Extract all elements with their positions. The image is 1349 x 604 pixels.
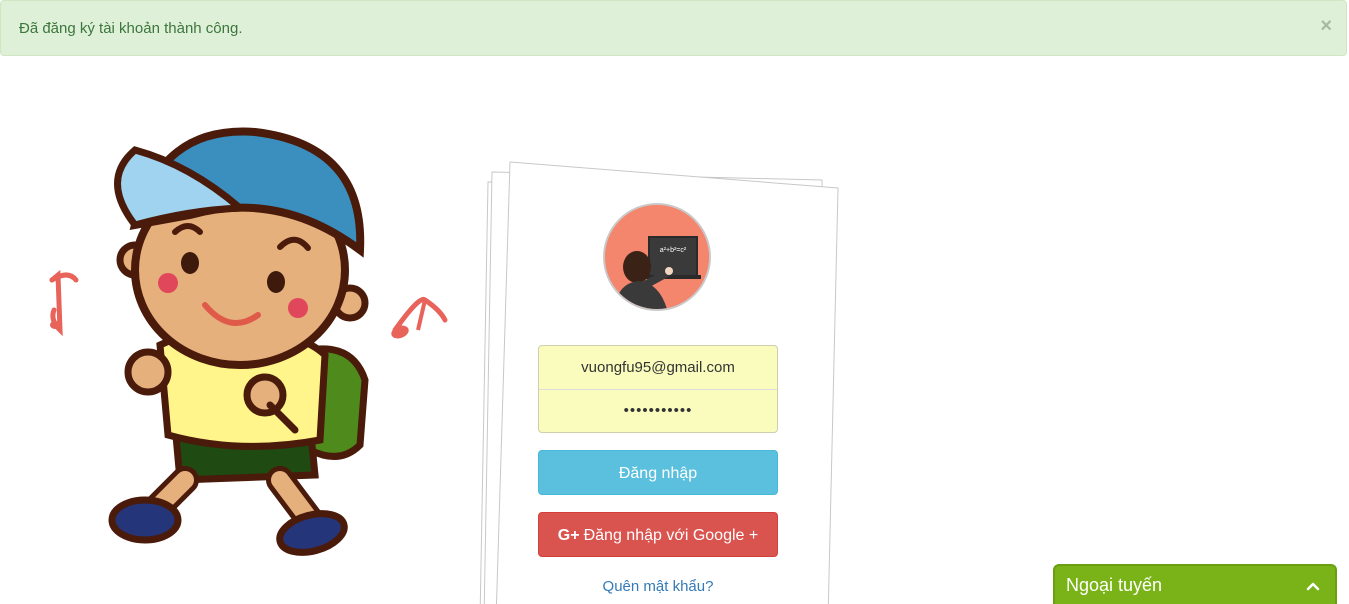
google-login-label: Đăng nhập với Google +: [583, 527, 759, 544]
chevron-up-icon[interactable]: [1305, 578, 1321, 594]
teacher-avatar: a²+b²=c²: [603, 203, 711, 311]
login-button-label: Đăng nhập: [618, 465, 698, 482]
chat-status-title: Ngoại tuyến: [1066, 575, 1163, 595]
music-note-icon: [391, 296, 448, 339]
forgot-password-link[interactable]: Quên mật khẩu?: [538, 578, 778, 595]
login-form: [538, 345, 778, 433]
chat-widget[interactable]: Ngoại tuyến: [1053, 564, 1337, 604]
google-plus-icon: G+: [557, 527, 580, 544]
password-field[interactable]: [539, 389, 777, 432]
close-icon[interactable]: ×: [1320, 14, 1332, 38]
google-login-button[interactable]: G+ Đăng nhập với Google +: [538, 512, 778, 557]
success-alert: Đã đăng ký tài khoản thành công. ×: [0, 0, 1347, 56]
login-button[interactable]: Đăng nhập: [538, 450, 778, 495]
board-formula: a²+b²=c²: [660, 247, 687, 254]
alert-message: Đã đăng ký tài khoản thành công.: [19, 20, 243, 37]
kid-illustration: [49, 127, 448, 556]
email-field[interactable]: [539, 346, 777, 390]
music-note-icon: [49, 269, 79, 337]
